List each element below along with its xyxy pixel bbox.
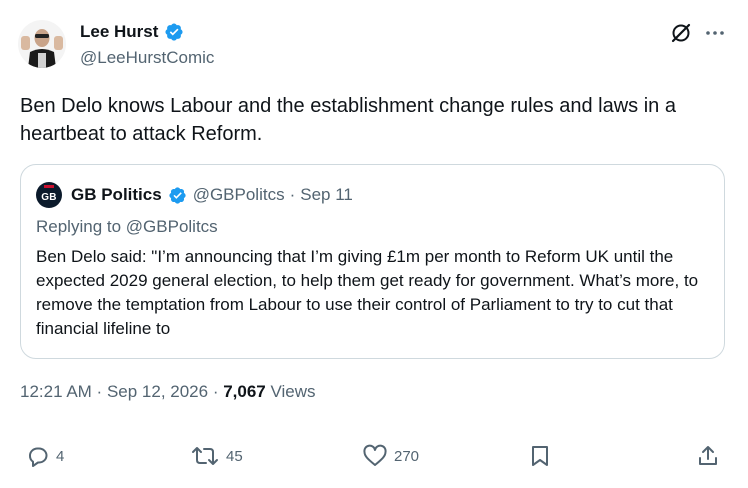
bookmark-icon: [528, 444, 552, 468]
author-avatar-image: [18, 20, 66, 68]
tweet-time[interactable]: 12:21 AM: [20, 382, 92, 401]
meta-separator: ·: [91, 382, 107, 401]
quoted-author-handle[interactable]: @GBPolitcs: [193, 185, 285, 205]
quoted-tweet-text: Ben Delo said: "I’m announcing that I’m …: [36, 247, 699, 338]
repost-icon: [190, 444, 220, 468]
grok-icon[interactable]: [670, 22, 692, 44]
repost-button[interactable]: 45: [190, 444, 243, 468]
tweet-meta: 12:21 AM · Sep 12, 2026 · 7,067 Views: [20, 382, 316, 402]
tweet-date[interactable]: Sep 12, 2026: [107, 382, 208, 401]
like-button[interactable]: 270: [362, 444, 419, 468]
views-label: Views: [265, 382, 316, 401]
quoted-tweet-card[interactable]: GB GB Politics @GBPolitcs · Sep 11 Reply…: [20, 164, 725, 359]
quoted-author-name[interactable]: GB Politics: [71, 185, 162, 205]
more-icon[interactable]: [704, 24, 726, 42]
author-name[interactable]: Lee Hurst: [80, 22, 158, 42]
verified-badge-icon: [164, 22, 184, 42]
bookmark-button[interactable]: [528, 444, 552, 468]
views-count: 7,067: [223, 382, 266, 401]
author-handle[interactable]: @LeeHurstComic: [80, 48, 214, 68]
replying-prefix: Replying to: [36, 217, 126, 236]
replying-handle[interactable]: @GBPolitcs: [126, 217, 218, 236]
meta-separator: ·: [208, 382, 224, 401]
quoted-separator: ·: [289, 185, 296, 204]
quoted-date[interactable]: Sep 11: [300, 185, 353, 205]
flag-mark: [44, 185, 54, 188]
share-button[interactable]: [696, 444, 720, 468]
like-icon: [362, 444, 388, 468]
quoted-replying-to: Replying to @GBPolitcs: [36, 217, 218, 237]
quoted-avatar-text: GB: [41, 191, 57, 203]
reply-icon: [26, 444, 50, 468]
like-count: 270: [394, 447, 420, 465]
quoted-author-avatar[interactable]: GB: [36, 182, 62, 208]
tweet-text: Ben Delo knows Labour and the establishm…: [20, 95, 676, 145]
quoted-tweet-header: GB GB Politics @GBPolitcs · Sep 11: [36, 182, 353, 208]
author-avatar[interactable]: [18, 20, 66, 68]
repost-count: 45: [226, 447, 243, 465]
reply-count: 4: [56, 447, 65, 465]
share-icon: [696, 444, 720, 468]
author-name-row[interactable]: Lee Hurst: [80, 22, 184, 42]
reply-button[interactable]: 4: [26, 444, 64, 468]
quoted-verified-badge-icon: [168, 186, 187, 205]
